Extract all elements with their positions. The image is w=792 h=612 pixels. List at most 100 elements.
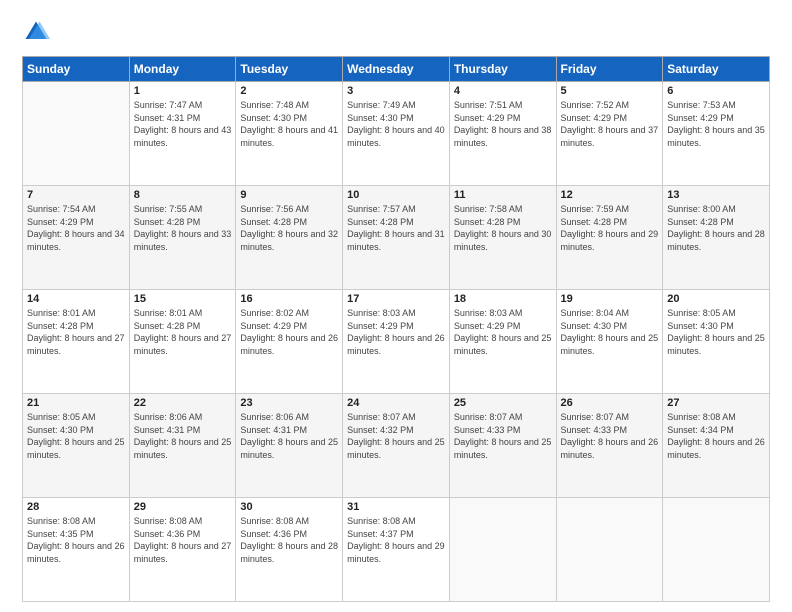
calendar-cell: 18 Sunrise: 8:03 AMSunset: 4:29 PMDayligh…	[449, 290, 556, 394]
calendar-cell: 9 Sunrise: 7:56 AMSunset: 4:28 PMDaylight…	[236, 186, 343, 290]
calendar-cell: 21Sunrise: 8:05 AMSunset: 4:30 PMDayligh…	[23, 394, 130, 498]
day-number: 28	[27, 501, 125, 513]
day-info: Sunrise: 8:05 AMSunset: 4:30 PMDaylight:…	[667, 307, 765, 357]
calendar-cell: 11 Sunrise: 7:58 AMSunset: 4:28 PMDayligh…	[449, 186, 556, 290]
day-info: Sunrise: 7:55 AMSunset: 4:28 PMDaylight:…	[134, 203, 232, 253]
day-info: Sunrise: 8:02 AMSunset: 4:29 PMDaylight:…	[240, 307, 338, 357]
calendar: SundayMondayTuesdayWednesdayThursdayFrid…	[22, 56, 770, 602]
day-number: 17	[347, 293, 445, 305]
day-number: 2	[240, 85, 338, 97]
calendar-cell	[663, 498, 770, 602]
day-number: 7	[27, 189, 125, 201]
calendar-body: 1 Sunrise: 7:47 AMSunset: 4:31 PMDaylight…	[23, 82, 770, 602]
day-number: 29	[134, 501, 232, 513]
day-info: Sunrise: 8:00 AMSunset: 4:28 PMDaylight:…	[667, 203, 765, 253]
day-info: Sunrise: 8:07 AMSunset: 4:33 PMDaylight:…	[454, 411, 552, 461]
day-number: 20	[667, 293, 765, 305]
day-info: Sunrise: 8:08 AMSunset: 4:36 PMDaylight:…	[240, 515, 338, 565]
page: SundayMondayTuesdayWednesdayThursdayFrid…	[0, 0, 792, 612]
logo-icon	[22, 18, 50, 46]
weekday-header-saturday: Saturday	[663, 57, 770, 82]
week-row-3: 14 Sunrise: 8:01 AMSunset: 4:28 PMDayligh…	[23, 290, 770, 394]
calendar-cell: 23 Sunrise: 8:06 AMSunset: 4:31 PMDayligh…	[236, 394, 343, 498]
calendar-cell: 13 Sunrise: 8:00 AMSunset: 4:28 PMDayligh…	[663, 186, 770, 290]
calendar-cell: 16 Sunrise: 8:02 AMSunset: 4:29 PMDayligh…	[236, 290, 343, 394]
calendar-cell: 19Sunrise: 8:04 AMSunset: 4:30 PMDayligh…	[556, 290, 663, 394]
day-number: 30	[240, 501, 338, 513]
day-info: Sunrise: 7:59 AMSunset: 4:28 PMDaylight:…	[561, 203, 659, 253]
calendar-cell: 5 Sunrise: 7:52 AMSunset: 4:29 PMDaylight…	[556, 82, 663, 186]
day-number: 4	[454, 85, 552, 97]
weekday-header-thursday: Thursday	[449, 57, 556, 82]
calendar-cell: 1 Sunrise: 7:47 AMSunset: 4:31 PMDaylight…	[129, 82, 236, 186]
day-number: 10	[347, 189, 445, 201]
week-row-4: 21Sunrise: 8:05 AMSunset: 4:30 PMDayligh…	[23, 394, 770, 498]
week-row-1: 1 Sunrise: 7:47 AMSunset: 4:31 PMDaylight…	[23, 82, 770, 186]
day-number: 13	[667, 189, 765, 201]
day-number: 9	[240, 189, 338, 201]
day-number: 31	[347, 501, 445, 513]
day-number: 3	[347, 85, 445, 97]
day-number: 25	[454, 397, 552, 409]
day-info: Sunrise: 7:48 AMSunset: 4:30 PMDaylight:…	[240, 99, 338, 149]
calendar-cell: 26Sunrise: 8:07 AMSunset: 4:33 PMDayligh…	[556, 394, 663, 498]
day-number: 15	[134, 293, 232, 305]
day-number: 18	[454, 293, 552, 305]
day-info: Sunrise: 7:57 AMSunset: 4:28 PMDaylight:…	[347, 203, 445, 253]
calendar-cell	[23, 82, 130, 186]
day-number: 22	[134, 397, 232, 409]
day-info: Sunrise: 7:58 AMSunset: 4:28 PMDaylight:…	[454, 203, 552, 253]
day-number: 12	[561, 189, 659, 201]
day-info: Sunrise: 7:56 AMSunset: 4:28 PMDaylight:…	[240, 203, 338, 253]
day-number: 11	[454, 189, 552, 201]
day-info: Sunrise: 7:47 AMSunset: 4:31 PMDaylight:…	[134, 99, 232, 149]
day-info: Sunrise: 8:06 AMSunset: 4:31 PMDaylight:…	[240, 411, 338, 461]
calendar-cell: 24 Sunrise: 8:07 AMSunset: 4:32 PMDayligh…	[343, 394, 450, 498]
day-info: Sunrise: 8:07 AMSunset: 4:32 PMDaylight:…	[347, 411, 445, 461]
calendar-cell: 7Sunrise: 7:54 AMSunset: 4:29 PMDaylight…	[23, 186, 130, 290]
day-number: 14	[27, 293, 125, 305]
day-info: Sunrise: 7:53 AMSunset: 4:29 PMDaylight:…	[667, 99, 765, 149]
day-number: 16	[240, 293, 338, 305]
day-info: Sunrise: 8:06 AMSunset: 4:31 PMDaylight:…	[134, 411, 232, 461]
calendar-cell: 20 Sunrise: 8:05 AMSunset: 4:30 PMDayligh…	[663, 290, 770, 394]
day-info: Sunrise: 8:03 AMSunset: 4:29 PMDaylight:…	[347, 307, 445, 357]
day-number: 26	[561, 397, 659, 409]
calendar-cell	[449, 498, 556, 602]
week-row-2: 7Sunrise: 7:54 AMSunset: 4:29 PMDaylight…	[23, 186, 770, 290]
day-info: Sunrise: 7:51 AMSunset: 4:29 PMDaylight:…	[454, 99, 552, 149]
calendar-cell: 29 Sunrise: 8:08 AMSunset: 4:36 PMDayligh…	[129, 498, 236, 602]
calendar-cell: 3Sunrise: 7:49 AMSunset: 4:30 PMDaylight…	[343, 82, 450, 186]
day-info: Sunrise: 8:08 AMSunset: 4:35 PMDaylight:…	[27, 515, 125, 565]
calendar-cell: 12 Sunrise: 7:59 AMSunset: 4:28 PMDayligh…	[556, 186, 663, 290]
weekday-header-tuesday: Tuesday	[236, 57, 343, 82]
weekday-header-sunday: Sunday	[23, 57, 130, 82]
day-info: Sunrise: 8:01 AMSunset: 4:28 PMDaylight:…	[134, 307, 232, 357]
weekday-header-wednesday: Wednesday	[343, 57, 450, 82]
day-info: Sunrise: 8:08 AMSunset: 4:34 PMDaylight:…	[667, 411, 765, 461]
calendar-cell: 25 Sunrise: 8:07 AMSunset: 4:33 PMDayligh…	[449, 394, 556, 498]
day-number: 6	[667, 85, 765, 97]
calendar-cell: 28 Sunrise: 8:08 AMSunset: 4:35 PMDayligh…	[23, 498, 130, 602]
day-info: Sunrise: 8:08 AMSunset: 4:36 PMDaylight:…	[134, 515, 232, 565]
day-number: 1	[134, 85, 232, 97]
day-number: 21	[27, 397, 125, 409]
day-info: Sunrise: 7:52 AMSunset: 4:29 PMDaylight:…	[561, 99, 659, 149]
calendar-cell: 22 Sunrise: 8:06 AMSunset: 4:31 PMDayligh…	[129, 394, 236, 498]
calendar-cell: 14 Sunrise: 8:01 AMSunset: 4:28 PMDayligh…	[23, 290, 130, 394]
calendar-cell: 4 Sunrise: 7:51 AMSunset: 4:29 PMDaylight…	[449, 82, 556, 186]
day-number: 8	[134, 189, 232, 201]
calendar-cell: 30 Sunrise: 8:08 AMSunset: 4:36 PMDayligh…	[236, 498, 343, 602]
day-info: Sunrise: 8:01 AMSunset: 4:28 PMDaylight:…	[27, 307, 125, 357]
day-number: 24	[347, 397, 445, 409]
weekday-header-friday: Friday	[556, 57, 663, 82]
calendar-cell: 6 Sunrise: 7:53 AMSunset: 4:29 PMDaylight…	[663, 82, 770, 186]
calendar-cell	[556, 498, 663, 602]
day-info: Sunrise: 8:03 AMSunset: 4:29 PMDaylight:…	[454, 307, 552, 357]
calendar-cell: 8 Sunrise: 7:55 AMSunset: 4:28 PMDaylight…	[129, 186, 236, 290]
day-info: Sunrise: 8:04 AMSunset: 4:30 PMDaylight:…	[561, 307, 659, 357]
day-number: 23	[240, 397, 338, 409]
calendar-cell: 15 Sunrise: 8:01 AMSunset: 4:28 PMDayligh…	[129, 290, 236, 394]
day-number: 5	[561, 85, 659, 97]
header	[22, 18, 770, 46]
